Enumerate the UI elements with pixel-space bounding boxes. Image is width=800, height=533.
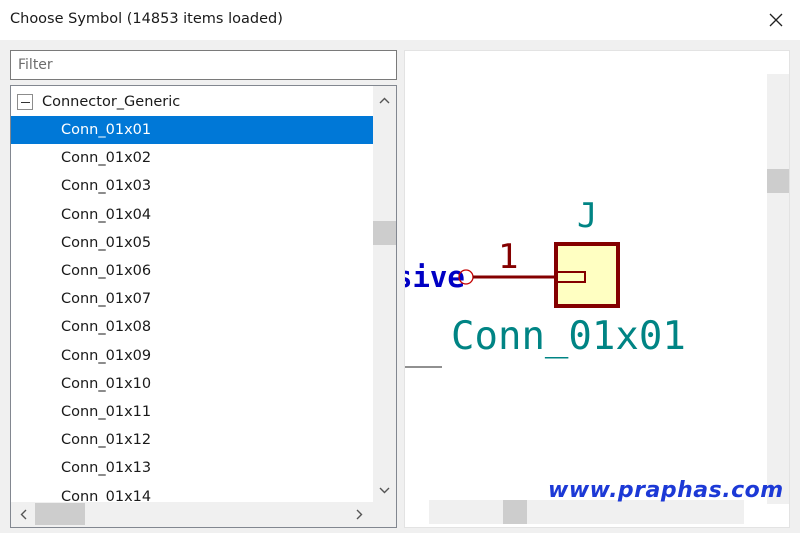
scroll-up-button[interactable] [373, 90, 396, 110]
tree-item-conn-01x09[interactable]: Conn_01x09 [11, 342, 373, 370]
tree-item-label: Conn_01x09 [61, 347, 152, 364]
symbol-tree[interactable]: Connector_Generic Conn_01x01 Conn_01x02 Co… [10, 85, 397, 528]
tree-item-conn-01x08[interactable]: Conn_01x08 [11, 313, 373, 341]
preview-vertical-scrollbar[interactable] [767, 74, 789, 504]
tree-rows: Connector_Generic Conn_01x01 Conn_01x02 Co… [11, 86, 373, 502]
chevron-up-icon [379, 97, 390, 103]
scroll-down-button[interactable] [373, 480, 396, 500]
tree-item-conn-01x14[interactable]: Conn_01x14 [11, 483, 373, 502]
tree-item-conn-01x13[interactable]: Conn_01x13 [11, 454, 373, 482]
tree-item-label: Conn_01x03 [61, 178, 152, 195]
tree-item-conn-01x11[interactable]: Conn_01x11 [11, 398, 373, 426]
tree-item-label: Conn_01x11 [61, 404, 152, 420]
tree-item-conn-01x03[interactable]: Conn_01x03 [11, 172, 373, 200]
tree-item-conn-01x07[interactable]: Conn_01x07 [11, 285, 373, 313]
schematic-symbol: J sive 1 Conn_01x01 [405, 196, 686, 368]
scroll-thumb[interactable] [373, 221, 396, 245]
scroll-left-button[interactable] [13, 502, 33, 527]
tree-item-label: Conn_01x10 [61, 375, 152, 392]
close-button[interactable] [764, 8, 788, 32]
tree-item-label: Conn_01x06 [61, 263, 152, 279]
scroll-right-button[interactable] [349, 502, 369, 527]
scroll-thumb[interactable] [767, 169, 789, 193]
tree-group-row[interactable]: Connector_Generic [11, 88, 373, 116]
scroll-thumb[interactable] [503, 500, 527, 524]
tree-item-conn-01x02[interactable]: Conn_01x02 [11, 144, 373, 172]
symbol-body [554, 242, 620, 308]
scrollbar-corner [373, 502, 396, 527]
tree-item-conn-01x10[interactable]: Conn_01x10 [11, 370, 373, 398]
tree-item-label: Conn_01x04 [61, 206, 152, 223]
chevron-right-icon [356, 509, 362, 520]
title-bar: Choose Symbol (14853 items loaded) [0, 0, 800, 40]
tree-item-conn-01x05[interactable]: Conn_01x05 [11, 229, 373, 257]
tree-item-conn-01x01[interactable]: Conn_01x01 [11, 116, 373, 144]
tree-item-label: Conn_01x12 [61, 432, 152, 449]
pin-type-label: sive [405, 260, 465, 294]
reference-label: J [577, 196, 597, 236]
watermark: www.praphas.com [548, 478, 784, 503]
window-title: Choose Symbol (14853 items loaded) [10, 11, 283, 27]
tree-item-label: Conn_01x02 [61, 150, 152, 167]
collapse-icon[interactable] [17, 94, 33, 110]
preview-horizontal-scrollbar[interactable] [429, 500, 744, 524]
scroll-thumb[interactable] [35, 503, 85, 525]
tree-horizontal-scrollbar[interactable] [11, 502, 373, 527]
tree-item-label: Conn_01x05 [61, 234, 152, 251]
chevron-left-icon [20, 509, 26, 520]
symbol-preview: J sive 1 Conn_01x01 [404, 50, 790, 528]
tree-vertical-scrollbar[interactable] [373, 86, 396, 502]
close-icon [769, 13, 783, 27]
tree-item-label: Conn_01x08 [61, 319, 152, 336]
tree-group-label: Connector_Generic [42, 94, 181, 110]
tree-item-label: Conn_01x01 [61, 122, 152, 138]
tree-item-conn-01x12[interactable]: Conn_01x12 [11, 426, 373, 454]
value-label: Conn_01x01 [451, 314, 686, 359]
tree-item-label: Conn_01x14 [61, 488, 152, 502]
filter-input[interactable] [10, 50, 397, 80]
tree-item-conn-01x04[interactable]: Conn_01x04 [11, 201, 373, 229]
tree-item-conn-01x06[interactable]: Conn_01x06 [11, 257, 373, 285]
tree-item-label: Conn_01x07 [61, 291, 152, 308]
tree-item-label: Conn_01x13 [61, 460, 152, 477]
pin-number-label: 1 [498, 237, 518, 277]
chevron-down-icon [379, 487, 390, 493]
